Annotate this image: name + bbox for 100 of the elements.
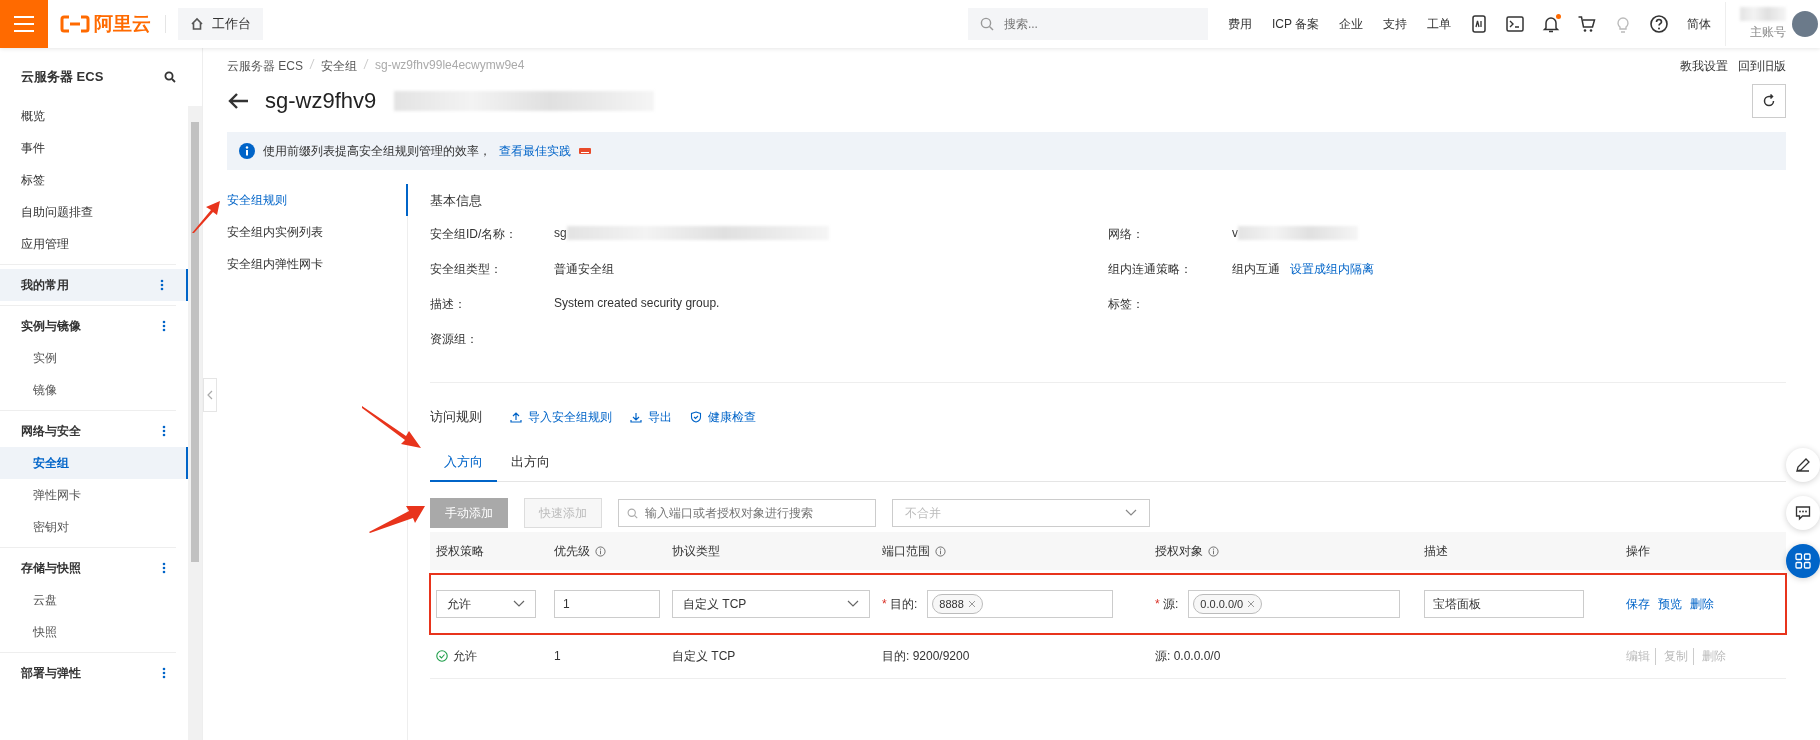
column-header: 描述 [1424,542,1448,560]
header-link[interactable]: 回到旧版 [1738,57,1786,75]
info-icon[interactable] [935,545,946,557]
row-action-link[interactable]: 保存 [1626,595,1650,613]
close-icon[interactable] [1247,600,1256,608]
sidebar-item[interactable]: 标签 [0,164,188,196]
new-badge-icon [579,148,591,154]
sidebar-item[interactable]: 自助问题排查 [0,196,188,228]
page-title: sg-wz9fhv9 [265,88,377,114]
sidebar-item[interactable]: 云盘 [0,584,188,616]
subnav-item[interactable]: 安全组内实例列表 [227,216,407,248]
field-label: 安全组类型： [430,261,503,278]
priority-input[interactable]: 1 [554,590,660,618]
more-icon[interactable] [162,667,166,679]
workbench-button[interactable]: 工作台 [178,8,263,40]
sidebar-group[interactable]: 存储与快照 [0,552,188,584]
column-header: 操作 [1626,542,1650,560]
back-arrow-icon[interactable] [227,92,249,110]
close-icon[interactable] [967,600,976,608]
row-action-link[interactable]: 预览 [1658,595,1682,613]
topbar-link[interactable]: 费用 [1227,15,1252,33]
sidebar-group[interactable]: 实例与镜像 [0,310,188,342]
apps-grid-icon [1795,553,1811,569]
more-icon[interactable] [162,562,166,574]
sidebar-item[interactable]: 镜像 [0,374,188,406]
port-tag: 8888 [932,594,983,614]
sidebar-title: 云服务器 ECS [21,68,104,86]
rule-action-link[interactable]: 健康检查 [690,408,756,426]
sidebar-item[interactable]: 应用管理 [0,228,188,260]
topbar-link[interactable]: ICP 备案 [1271,15,1319,33]
search-icon[interactable] [164,71,176,83]
subnav-item[interactable]: 安全组内弹性网卡 [227,248,407,280]
info-icon[interactable] [1208,545,1219,557]
header-link[interactable]: 教我设置 [1680,57,1728,75]
language-menu[interactable]: 简体 [1687,15,1711,33]
info-icon[interactable] [595,545,606,557]
apps-float-button[interactable] [1786,544,1820,578]
protocol-select[interactable]: 自定义 TCP [672,590,870,618]
chat-float-button[interactable] [1786,496,1820,530]
avatar[interactable] [1792,11,1818,37]
field-label: 标签： [1108,296,1145,313]
description-input[interactable]: 宝塔面板 [1424,590,1584,618]
sidebar-item[interactable]: 密钥对 [0,511,188,543]
refresh-button[interactable] [1752,84,1786,118]
direction-tab[interactable]: 出方向 [497,445,564,481]
breadcrumb-link[interactable]: 安全组 [321,57,357,75]
breadcrumb-link[interactable]: 云服务器 ECS [227,57,303,75]
field-label: 组内连通策略： [1108,261,1193,278]
source-tag: 0.0.0.0/0 [1193,594,1263,614]
cart-icon[interactable] [1577,14,1597,34]
section-title: 基本信息 [430,192,483,210]
field-value: 普通安全组 [554,261,614,278]
sidebar-item[interactable]: 实例 [0,342,188,374]
sidebar-item[interactable]: 概览 [0,100,188,132]
rule-action-link[interactable]: 导出 [630,408,672,426]
column-header: 协议类型 [672,542,720,560]
more-icon[interactable] [162,320,166,332]
sidebar-group[interactable]: 部署与弹性 [0,657,188,689]
search-field[interactable]: 搜索... [967,8,1208,40]
field-label: 资源组： [430,331,479,348]
sidebar-item[interactable]: 快照 [0,616,188,648]
rule-search-field[interactable]: 输入端口或者授权对象进行搜索 [618,499,876,527]
subnav-item[interactable]: 安全组规则 [227,184,408,216]
field-link[interactable]: 设置成组内隔离 [1290,261,1374,278]
breadcrumb-separator-icon [309,57,315,70]
download-icon [630,411,642,423]
sidebar-scrollbar[interactable] [188,106,202,740]
edit-float-button[interactable] [1786,448,1820,482]
group-label: 我的常用 [21,276,69,294]
topbar-link[interactable]: 企业 [1339,15,1363,33]
sidebar-item[interactable]: 事件 [0,132,188,164]
more-icon[interactable] [160,279,164,291]
menu-button[interactable] [0,0,48,48]
policy-select[interactable]: 允许 [436,590,536,618]
best-practice-link[interactable]: 查看最佳实践 [499,142,571,160]
source-tag-field[interactable]: 0.0.0.0/0 [1188,590,1401,618]
group-label: 实例与镜像 [21,317,81,335]
sidebar-item[interactable]: 弹性网卡 [0,479,188,511]
help-icon[interactable] [1649,14,1669,34]
table-cell: 自定义 TCP [672,647,736,665]
notification-bell-icon[interactable] [1541,14,1561,34]
port-tag-field[interactable]: 8888 [927,590,1114,618]
group-label: 网络与安全 [21,422,81,440]
chevron-down-icon [1125,509,1137,517]
search-icon [979,17,994,31]
sidebar-group[interactable]: 网络与安全 [0,415,188,447]
row-action-link[interactable]: 删除 [1690,595,1714,613]
field-value: 组内互通 [1232,261,1280,278]
topbar-link[interactable]: 工单 [1427,15,1451,33]
terminal-icon[interactable] [1505,14,1525,34]
column-header: 授权对象 [1155,542,1203,560]
sidebar-group[interactable]: 我的常用 [0,269,188,301]
topbar-link[interactable]: 支持 [1383,15,1407,33]
rule-action-link[interactable]: 导入安全组规则 [510,408,612,426]
sidebar-item[interactable]: 安全组 [0,447,188,479]
api-icon[interactable] [1469,14,1489,34]
more-icon[interactable] [162,425,166,437]
group-label: 部署与弹性 [21,664,81,682]
direction-tab[interactable]: 入方向 [430,445,497,482]
column-header: 优先级 [554,542,590,560]
